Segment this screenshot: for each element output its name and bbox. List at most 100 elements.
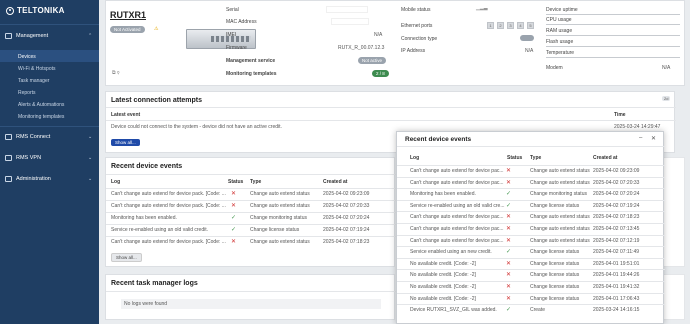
table-row-log: Can't change auto extend for device pac.…: [410, 179, 504, 186]
divider: [106, 200, 396, 201]
separator: [546, 14, 680, 15]
divider: [106, 188, 396, 189]
sidebar-item-reports[interactable]: Reports: [18, 90, 36, 96]
device-name[interactable]: RUTXR1: [110, 10, 146, 20]
vpn-icon: [5, 155, 12, 161]
sidebar-item-monitoring-templates[interactable]: Monitoring templates: [18, 114, 64, 120]
sidebar-item-devices[interactable]: Devices: [18, 54, 36, 60]
x-icon: ✕: [506, 295, 512, 302]
table-row-time: 2025-04-02 07:18:23: [323, 239, 370, 245]
sidebar-item-alerts[interactable]: Alerts & Automations: [18, 102, 64, 108]
table-row-log: Service re-enabled using an old valid cr…: [410, 202, 505, 209]
cpu-usage-label: CPU usage: [546, 17, 572, 23]
table-row-time: 2025-04-02 07:19:24: [593, 202, 640, 209]
firmware-value: RUTX_R_00.07.12.3: [338, 45, 385, 51]
flash-usage-bar: [546, 46, 680, 47]
divider: [397, 269, 665, 271]
nav-management[interactable]: Management ⌃: [5, 33, 92, 39]
table-row-type: Change auto extend status: [250, 239, 310, 245]
minimize-icon[interactable]: –: [639, 135, 642, 141]
task-logs-title: Recent task manager logs: [111, 280, 198, 287]
active-item-highlight: [0, 50, 99, 62]
divider: [397, 146, 665, 147]
check-icon: ✓: [506, 191, 512, 198]
table-row-log: Can't change auto extend for device pac.…: [410, 237, 504, 244]
modal-col-created-at: Created at: [593, 155, 618, 161]
table-row-time: 2025-04-01 19:44:26: [593, 272, 640, 279]
table-row-type: Change license status: [530, 249, 580, 256]
x-icon: ✕: [506, 260, 512, 267]
divider: [397, 176, 665, 178]
sidebar-item-task-manager[interactable]: Task manager: [18, 78, 49, 84]
x-icon: ✕: [506, 214, 512, 221]
table-row-type: Change auto extend status: [530, 179, 590, 186]
show-all-connections-button[interactable]: Show all...: [111, 139, 140, 146]
ethernet-port: 5: [527, 22, 534, 29]
ethernet-port: 2: [497, 22, 504, 29]
check-icon: ✓: [231, 215, 237, 221]
sidebar: TELTONIKA Management ⌃ Devices Wi-Fi & Ho…: [0, 0, 99, 324]
task-logs-card: Recent task manager logs No logs were fo…: [105, 274, 396, 320]
nav-management-label: Management: [16, 33, 49, 39]
chevron-down-icon: ⌄: [88, 176, 93, 182]
imei-value: N/A: [374, 32, 383, 38]
sidebar-item-wifi-hotspots[interactable]: Wi-Fi & Hotspots: [18, 66, 56, 72]
chevron-down-icon: ⌄: [88, 155, 93, 161]
separator: [546, 57, 680, 58]
nav-administration[interactable]: Administration ⌄: [5, 176, 92, 182]
divider: [397, 211, 665, 213]
connection-attempts-title: Latest connection attempts: [111, 97, 203, 104]
serial-label: Serial: [226, 7, 239, 13]
table-row-time: 2025-04-02 07:12:19: [593, 237, 640, 244]
divider: [397, 223, 665, 224]
imei-label: IMEI: [226, 32, 237, 38]
x-icon: ✕: [506, 284, 512, 290]
warning-icon: ⚠: [154, 26, 159, 32]
divider: [397, 246, 665, 248]
flash-usage-label: Flash usage: [546, 39, 574, 45]
recent-events-modal: Recent device events – ✕ Log Status Type…: [396, 131, 665, 324]
monitoring-templates-badge[interactable]: 2 / 8: [372, 70, 389, 77]
connection-badge: 2d: [662, 96, 671, 101]
divider: [397, 292, 665, 294]
x-icon: ✕: [506, 168, 512, 174]
ethernet-ports-label: Ethernet ports: [401, 23, 433, 29]
table-row-log: Can't change auto extend for device pac.…: [410, 226, 504, 232]
show-all-events-button[interactable]: Show all...: [111, 253, 142, 262]
table-row-type: Change auto extend status: [530, 226, 590, 232]
nav-rms-connect[interactable]: RMS Connect ⌄: [5, 134, 92, 140]
table-row-log: No available credit. [Code: -2]: [410, 260, 476, 267]
table-row-type: Change license status: [530, 284, 580, 290]
temperature-label: Temperature: [546, 50, 575, 56]
mobile-status-label: Mobile status: [401, 7, 431, 13]
table-row-log: Service enabled using an new credit.: [410, 249, 492, 256]
modal-col-log: Log: [410, 155, 420, 161]
connection-type-badge: [520, 35, 534, 41]
table-row-type: Change auto extend status: [530, 237, 590, 244]
teltonika-logo[interactable]: TELTONIKA: [6, 6, 65, 15]
table-row-log: No available credit. [Code: -2]: [410, 295, 476, 302]
x-icon: ✕: [231, 239, 237, 245]
check-icon: ✓: [506, 202, 512, 209]
recent-events-card: Recent device events Log Status Type Cre…: [105, 157, 396, 267]
firmware-label: Firmware: [226, 45, 247, 51]
modal-title: Recent device events: [405, 136, 472, 143]
table-row-time: 2025-04-01 19:41:32: [593, 284, 640, 290]
table-row-log: Can't change auto extend for device pac.…: [410, 214, 504, 221]
device-actions-icons[interactable]: ⧉ ⚲: [112, 70, 119, 76]
divider: [106, 291, 396, 292]
cpu-usage-bar: [546, 24, 680, 25]
nav-rms-vpn[interactable]: RMS VPN ⌄: [5, 155, 92, 161]
divider: [0, 126, 99, 127]
divider: [397, 199, 665, 201]
ethernet-port: 1: [487, 22, 494, 29]
close-icon[interactable]: ✕: [651, 135, 656, 142]
check-icon: ✓: [506, 249, 512, 256]
modal-col-type: Type: [530, 155, 542, 161]
table-row-type: Change auto extend status: [530, 214, 590, 221]
divider: [397, 257, 665, 259]
table-row-time: 2025-04-01 17:06:43: [593, 295, 640, 302]
table-row-type: Change license status: [530, 295, 580, 302]
x-icon: ✕: [506, 226, 512, 232]
management-service-label: Management service: [226, 58, 276, 64]
